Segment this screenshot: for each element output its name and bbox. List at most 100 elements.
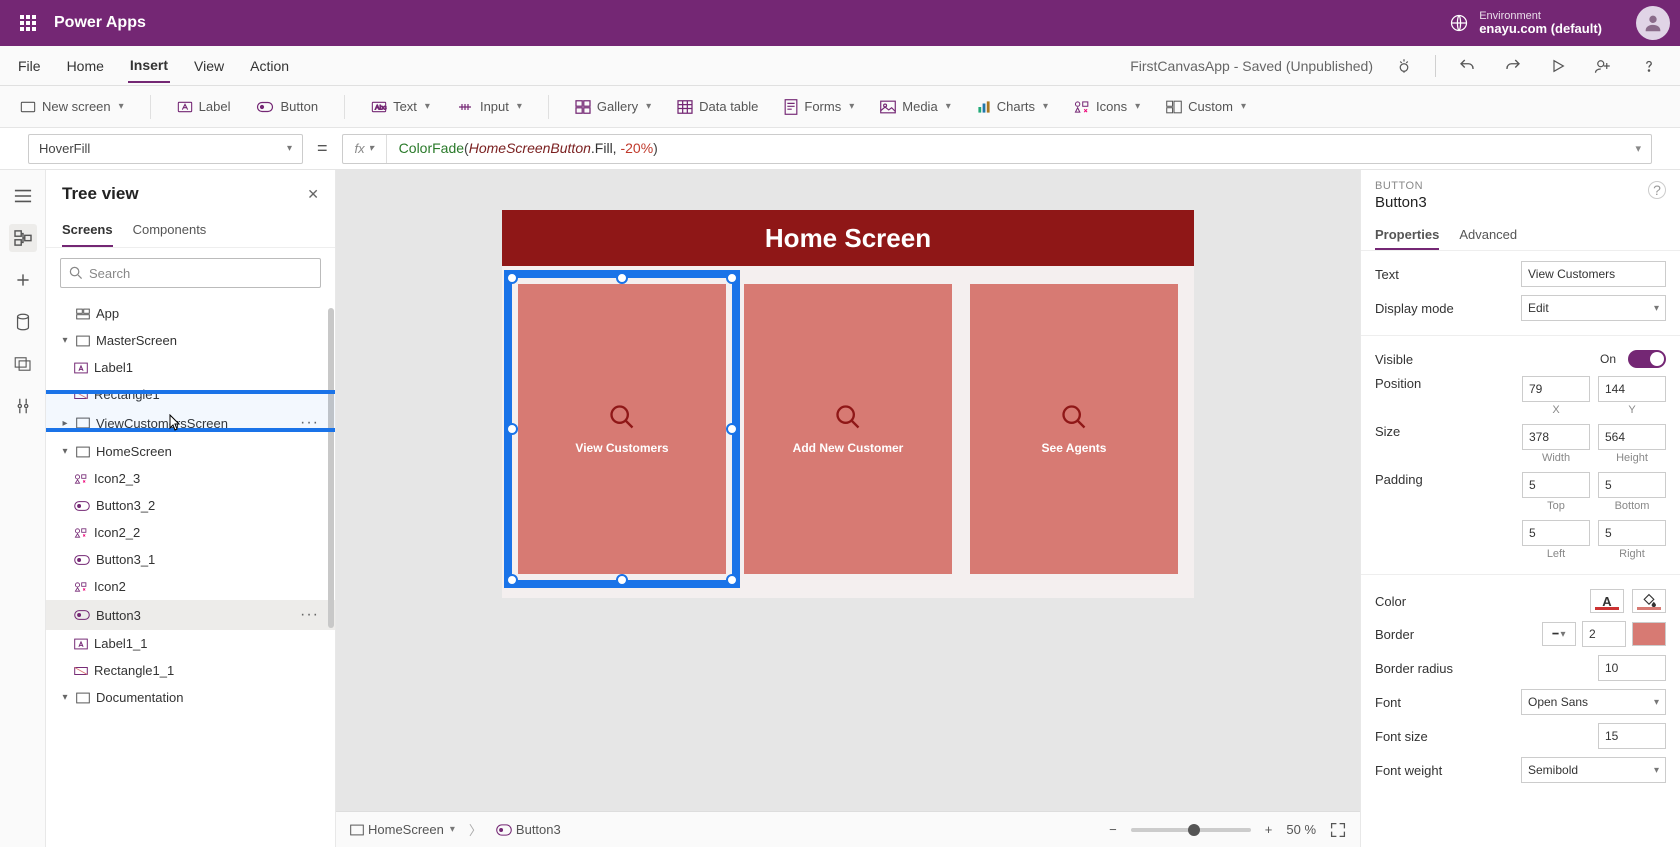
- undo-icon[interactable]: [1452, 51, 1482, 81]
- tree-node-rectangle1[interactable]: Rectangle1: [46, 381, 335, 408]
- menu-view[interactable]: View: [192, 50, 226, 82]
- visible-toggle[interactable]: [1628, 350, 1666, 368]
- border-color-swatch[interactable]: [1632, 622, 1666, 646]
- redo-icon[interactable]: [1498, 51, 1528, 81]
- expander-icon[interactable]: ▾: [60, 335, 70, 346]
- height-input[interactable]: [1598, 424, 1666, 450]
- font-color-swatch[interactable]: A: [1590, 589, 1624, 613]
- help-icon[interactable]: ?: [1648, 181, 1666, 199]
- fit-icon[interactable]: [1330, 822, 1346, 838]
- border-width-input[interactable]: [1582, 621, 1626, 647]
- property-dropdown[interactable]: HoverFill ▾: [28, 134, 303, 164]
- tree-view-icon[interactable]: [9, 224, 37, 252]
- expander-icon[interactable]: ▾: [60, 446, 70, 457]
- expander-icon[interactable]: ▸: [60, 418, 70, 429]
- tab-components[interactable]: Components: [133, 214, 207, 247]
- position-y-input[interactable]: [1598, 376, 1666, 402]
- pad-left-input[interactable]: [1522, 520, 1590, 546]
- tree-node-masterscreen[interactable]: ▾MasterScreen: [46, 327, 335, 354]
- menu-insert[interactable]: Insert: [128, 49, 170, 83]
- tree-node-icon2[interactable]: Icon2: [46, 573, 335, 600]
- tree-node-button3[interactable]: Button3 ···: [46, 600, 335, 630]
- menu-file[interactable]: File: [16, 50, 43, 82]
- breadcrumb-item[interactable]: Button3: [496, 822, 561, 837]
- play-icon[interactable]: [1544, 52, 1572, 80]
- tree-node-viewcustomersscreen[interactable]: ▸ViewCustomersScreen···: [46, 408, 335, 438]
- data-table-button[interactable]: Data table: [677, 99, 758, 114]
- tab-screens[interactable]: Screens: [62, 214, 113, 247]
- canvas-area[interactable]: Home Screen View Customers: [336, 170, 1360, 811]
- new-screen-button[interactable]: New screen▾: [20, 99, 124, 114]
- forms-dropdown[interactable]: Forms▾: [784, 99, 854, 115]
- custom-dropdown[interactable]: Custom▾: [1166, 99, 1246, 114]
- text-dropdown[interactable]: Abc Text▾: [371, 99, 430, 114]
- pad-right-input[interactable]: [1598, 520, 1666, 546]
- close-icon[interactable]: ✕: [307, 186, 319, 203]
- prop-displaymode-dropdown[interactable]: Edit▾: [1521, 295, 1666, 321]
- tree-node-icon2-3[interactable]: Icon2_3: [46, 465, 335, 492]
- tree-view-panel: Tree view ✕ Screens Components Search Ap…: [46, 170, 336, 847]
- icons-dropdown[interactable]: Icons▾: [1074, 99, 1140, 114]
- tree-node-button3-1[interactable]: Button3_1: [46, 546, 335, 573]
- data-icon[interactable]: [9, 308, 37, 336]
- tab-advanced[interactable]: Advanced: [1459, 221, 1517, 250]
- user-avatar[interactable]: [1636, 6, 1670, 40]
- menu-action[interactable]: Action: [248, 50, 291, 82]
- fx-label[interactable]: fx▾: [343, 135, 387, 163]
- tree-node-icon2-2[interactable]: Icon2_2: [46, 519, 335, 546]
- tab-properties[interactable]: Properties: [1375, 221, 1439, 250]
- fill-color-swatch[interactable]: [1632, 589, 1666, 613]
- help-icon[interactable]: [1634, 51, 1664, 81]
- font-size-input[interactable]: [1598, 723, 1666, 749]
- width-input[interactable]: [1522, 424, 1590, 450]
- expander-icon[interactable]: ▾: [60, 692, 70, 703]
- border-radius-input[interactable]: [1598, 655, 1666, 681]
- tree-node-button3-2[interactable]: Button3_2: [46, 492, 335, 519]
- cursor-icon: [166, 414, 182, 434]
- zoom-in-icon[interactable]: +: [1265, 822, 1273, 837]
- tree-node-label1[interactable]: Label1: [46, 354, 335, 381]
- formula-expand-icon[interactable]: ▾: [1625, 142, 1651, 155]
- prop-text-input[interactable]: [1521, 261, 1666, 287]
- position-x-input[interactable]: [1522, 376, 1590, 402]
- tree-node-rectangle1-1[interactable]: Rectangle1_1: [46, 657, 335, 684]
- more-icon[interactable]: ···: [296, 414, 323, 432]
- hamburger-icon[interactable]: [9, 182, 37, 210]
- waffle-icon[interactable]: [10, 5, 46, 41]
- button-button[interactable]: Button: [256, 99, 318, 114]
- gallery-dropdown[interactable]: Gallery▾: [575, 99, 651, 114]
- more-icon[interactable]: ···: [296, 606, 323, 624]
- node-label: Button3: [96, 608, 141, 623]
- app-checker-icon[interactable]: [1389, 51, 1419, 81]
- card-add-customer[interactable]: Add New Customer: [744, 284, 952, 574]
- media-pane-icon[interactable]: [9, 350, 37, 378]
- advanced-tools-icon[interactable]: [9, 392, 37, 420]
- label-button[interactable]: Label: [177, 99, 231, 114]
- zoom-slider[interactable]: [1131, 828, 1251, 832]
- card-label: Add New Customer: [793, 441, 904, 455]
- tree-node-label1-1[interactable]: Label1_1: [46, 630, 335, 657]
- input-dropdown[interactable]: Input▾: [456, 99, 522, 114]
- tree-node-app[interactable]: App: [46, 300, 335, 327]
- card-view-customers[interactable]: View Customers: [518, 284, 726, 574]
- pad-bottom-input[interactable]: [1598, 472, 1666, 498]
- media-dropdown[interactable]: Media▾: [880, 99, 950, 114]
- font-dropdown[interactable]: Open Sans▾: [1521, 689, 1666, 715]
- insert-pane-icon[interactable]: [9, 266, 37, 294]
- card-see-agents[interactable]: See Agents: [970, 284, 1178, 574]
- charts-dropdown[interactable]: Charts▾: [977, 99, 1048, 114]
- border-style-dropdown[interactable]: ━ ▾: [1542, 622, 1576, 646]
- pad-top-input[interactable]: [1522, 472, 1590, 498]
- font-weight-dropdown[interactable]: Semibold▾: [1521, 757, 1666, 783]
- scrollbar-thumb[interactable]: [328, 308, 334, 628]
- breadcrumb-screen[interactable]: HomeScreen ▾: [350, 822, 455, 837]
- zoom-out-icon[interactable]: −: [1109, 822, 1117, 837]
- environment-picker[interactable]: Environment enayu.com (default): [1449, 10, 1602, 36]
- menu-home[interactable]: Home: [65, 50, 106, 82]
- document-status: FirstCanvasApp - Saved (Unpublished): [1130, 58, 1373, 74]
- tree-node-homescreen[interactable]: ▾HomeScreen: [46, 438, 335, 465]
- share-icon[interactable]: [1588, 51, 1618, 81]
- tree-node-documentation[interactable]: ▾Documentation: [46, 684, 335, 711]
- formula-input[interactable]: fx▾ ColorFade(HomeScreenButton.Fill, -20…: [342, 134, 1652, 164]
- search-input[interactable]: Search: [60, 258, 321, 288]
